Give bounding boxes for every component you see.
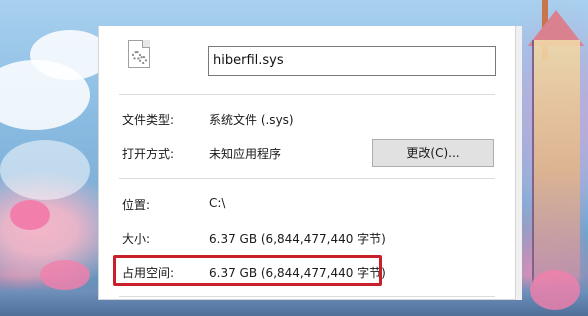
divider: [119, 178, 495, 179]
size-label: 大小:: [122, 232, 151, 246]
panel-edge: [516, 26, 522, 300]
tower-decoration: [532, 40, 580, 300]
file-name-field[interactable]: hiberfil.sys: [208, 46, 496, 76]
flower-decoration: [530, 270, 580, 310]
file-type-label: 文件类型:: [122, 113, 175, 127]
location-label: 位置:: [122, 198, 151, 212]
divider: [119, 94, 495, 95]
flower-decoration: [40, 260, 90, 290]
file-type-value: 系统文件 (.sys): [209, 113, 294, 127]
open-with-label: 打开方式:: [122, 147, 175, 161]
location-value: C:\: [209, 196, 226, 210]
size-value: 6.37 GB (6,844,477,440 字节): [209, 232, 386, 246]
highlight-annotation-box: [113, 255, 382, 286]
cloud-decoration: [0, 140, 90, 200]
open-with-value: 未知应用程序: [209, 147, 282, 161]
system-file-gear-icon: [128, 40, 150, 68]
divider: [119, 296, 495, 297]
gear-icon: [139, 56, 147, 64]
change-button[interactable]: 更改(C)...: [372, 139, 494, 167]
flower-decoration: [10, 200, 50, 230]
